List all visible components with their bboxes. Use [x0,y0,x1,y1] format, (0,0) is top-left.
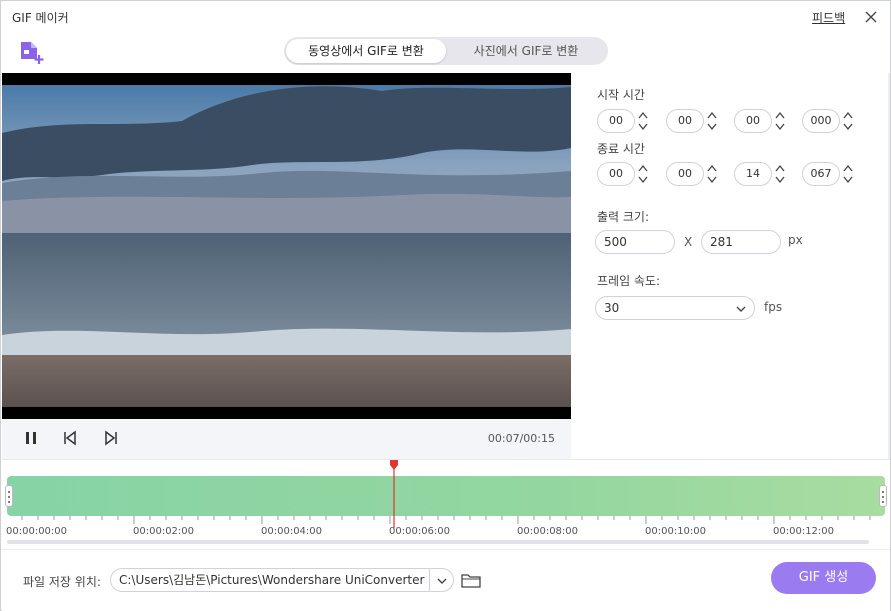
height-input[interactable]: 281 [701,230,781,254]
tick-label: 00:00:00:00 [6,526,68,537]
frame-rate-select[interactable]: 30 [595,296,755,320]
stepper-arrows-icon[interactable] [637,109,649,133]
close-icon[interactable] [863,9,879,25]
size-unit: px [788,233,803,247]
tick-label: 00:00:08:00 [517,526,579,537]
save-location-label: 파일 저장 위치: [23,575,101,589]
trim-start-handle[interactable] [5,485,13,507]
settings-panel: 시작 시간 00 00 00 000 종료 시간 00 00 14 067 출력… [572,73,889,459]
add-file-icon[interactable] [18,39,46,65]
stepper-arrows-icon[interactable] [637,162,649,186]
player-controls: 00:07/00:15 [2,419,571,459]
tick-label: 00:00:02:00 [133,526,195,537]
timeline-clip[interactable] [7,476,885,516]
stepper-arrows-icon[interactable] [706,109,718,133]
timeline-ruler [21,516,871,524]
start-time-label: 시작 시간 [597,88,645,102]
width-input[interactable]: 500 [595,230,675,254]
timeline-scrollbar[interactable] [7,540,869,544]
next-frame-icon[interactable] [102,429,120,447]
save-path-value: C:\Users\김남돈\Pictures\Wondershare UniCon… [119,573,425,587]
frame-rate-value: 30 [604,301,620,315]
chevron-down-icon [736,306,746,312]
settings-scrollbar[interactable] [888,73,890,459]
tab-video-to-gif[interactable]: 동영상에서 GIF로 변환 [286,39,446,63]
folder-icon[interactable] [461,572,481,588]
tick-label: 00:00:04:00 [261,526,323,537]
trim-end-handle[interactable] [879,485,887,507]
pause-icon[interactable] [22,429,40,447]
stepper-arrows-icon[interactable] [842,162,854,186]
window-title: GIF 메이커 [12,11,69,25]
fps-unit: fps [764,300,783,314]
stepper-arrows-icon[interactable] [774,162,786,186]
mode-tabs: 동영상에서 GIF로 변환 사진에서 GIF로 변환 [284,37,608,65]
video-frame [2,73,571,419]
chevron-down-icon [437,578,447,584]
playhead[interactable] [389,460,399,528]
tick-label: 00:00:12:00 [773,526,835,537]
stepper-arrows-icon[interactable] [706,162,718,186]
tick-label: 00:00:10:00 [645,526,707,537]
end-time-label: 종료 시간 [597,142,645,156]
previous-frame-icon[interactable] [61,429,79,447]
frame-rate-label: 프레임 속도: [597,274,661,288]
feedback-link[interactable]: 피드백 [812,9,845,26]
stepper-arrows-icon[interactable] [842,109,854,133]
output-size-label: 출력 크기: [597,210,650,224]
output-bar: 파일 저장 위치: C:\Users\김남돈\Pictures\Wondersh… [2,549,890,611]
generate-gif-button[interactable]: GIF 생성 [771,562,876,594]
gif-maker-window: GIF 메이커 피드백 동영상에서 GIF로 변환 사진에서 GIF로 변환 0… [0,0,891,611]
timeline: 00:00:00:00 00:00:02:00 00:00:04:00 00:0… [2,459,890,549]
save-path-dropdown[interactable] [429,569,453,591]
playback-time: 00:07/00:15 [487,432,555,445]
tab-photo-to-gif[interactable]: 사진에서 GIF로 변환 [446,39,606,63]
stepper-arrows-icon[interactable] [774,109,786,133]
save-path-select[interactable]: C:\Users\김남돈\Pictures\Wondershare UniCon… [110,568,454,592]
video-preview [2,73,571,419]
size-separator: X [684,235,693,249]
